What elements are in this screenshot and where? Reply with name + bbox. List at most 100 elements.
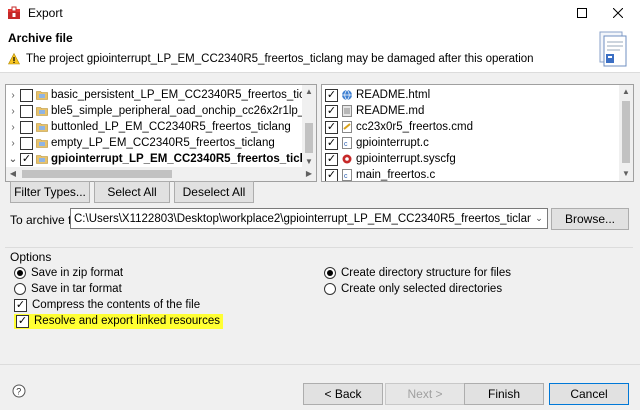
radio-unselected[interactable] (324, 283, 336, 295)
warning-text: The project gpiointerrupt_LP_EM_CC2340R5… (26, 53, 534, 65)
project-checkbox[interactable] (20, 120, 33, 134)
scroll-up-icon[interactable]: ▲ (619, 85, 633, 99)
project-tree[interactable]: › basic_persistent_LP_EM_CC2340R5_freert… (5, 84, 317, 182)
file-label: gpiointerrupt.syscfg (356, 153, 456, 165)
tree-row[interactable]: › ble5_simple_peripheral_oad_onchip_cc26… (6, 103, 316, 119)
list-item[interactable]: c main_freertos.c (325, 167, 436, 181)
tree-item-label: gpiointerrupt_LP_EM_CC2340R5_freertos_ti… (51, 153, 317, 165)
file-checkbox[interactable] (325, 120, 338, 134)
help-icon[interactable]: ? (12, 384, 26, 398)
save-zip-radio[interactable]: Save in zip format (14, 265, 123, 281)
create-dir-structure-label: Create directory structure for files (341, 267, 512, 279)
project-checkbox[interactable] (20, 104, 33, 118)
file-label: gpiointerrupt.c (356, 137, 429, 149)
finish-button[interactable]: Finish (464, 383, 544, 405)
wizard-header: Archive file The project gpiointerrupt_L… (0, 26, 640, 72)
browse-button[interactable]: Browse... (551, 208, 629, 230)
maximize-button[interactable] (568, 2, 596, 24)
text-file-icon (342, 105, 352, 117)
checkbox-checked[interactable] (14, 298, 27, 312)
list-item[interactable]: gpiointerrupt.syscfg (325, 151, 456, 167)
chevron-right-icon[interactable]: › (6, 122, 20, 133)
save-tar-radio[interactable]: Save in tar format (14, 281, 122, 297)
select-all-button[interactable]: Select All (94, 181, 170, 203)
filter-types-button[interactable]: Filter Types... (10, 181, 90, 203)
create-selected-dirs-label: Create only selected directories (341, 283, 503, 295)
page-title: Archive file (8, 31, 73, 45)
save-zip-label: Save in zip format (31, 267, 124, 279)
list-item[interactable]: cc23x0r5_freertos.cmd (325, 119, 473, 135)
tree-item-label: ble5_simple_peripheral_oad_onchip_cc26x2… (51, 105, 316, 117)
close-button[interactable] (604, 2, 632, 24)
chevron-down-icon[interactable]: ⌄ (531, 213, 547, 224)
tree-row[interactable]: › empty_LP_EM_CC2340R5_freertos_ticlang (6, 135, 275, 151)
resolve-linked-label: Resolve and export linked resources (34, 315, 221, 327)
tree-horizontal-scrollbar[interactable]: ◀ ▶ (6, 167, 316, 181)
svg-text:c: c (344, 173, 348, 180)
file-checkbox[interactable] (325, 104, 338, 118)
resolve-linked-checkbox[interactable]: Resolve and export linked resources (14, 313, 224, 329)
tree-vertical-scrollbar[interactable]: ▲ ▼ (302, 85, 316, 169)
tree-item-label: buttonled_LP_EM_CC2340R5_freertos_ticlan… (51, 121, 291, 133)
c-file-icon: c (342, 169, 352, 181)
file-checkbox[interactable] (325, 168, 338, 181)
project-folder-icon (36, 155, 48, 164)
scroll-right-icon[interactable]: ▶ (302, 167, 316, 181)
create-dir-structure-radio[interactable]: Create directory structure for files (324, 265, 511, 281)
file-checkbox[interactable] (325, 136, 338, 150)
cmd-file-icon (342, 121, 352, 133)
warning-message: The project gpiointerrupt_LP_EM_CC2340R5… (8, 53, 534, 65)
project-folder-icon (36, 123, 48, 132)
scroll-left-icon[interactable]: ◀ (6, 167, 20, 181)
file-checkbox[interactable] (325, 152, 338, 166)
tree-row-selected[interactable]: ⌄ gpiointerrupt_LP_EM_CC2340R5_freertos_… (6, 151, 317, 167)
close-icon (613, 8, 623, 18)
tree-row[interactable]: › basic_persistent_LP_EM_CC2340R5_freert… (6, 87, 316, 103)
compress-label: Compress the contents of the file (32, 299, 201, 311)
back-button[interactable]: < Back (303, 383, 383, 405)
archive-file-path[interactable]: C:\Users\X1122803\Desktop\workplace2\gpi… (71, 213, 531, 225)
radio-selected[interactable] (14, 267, 26, 279)
scroll-down-icon[interactable]: ▼ (619, 167, 633, 181)
warning-icon (8, 53, 20, 65)
file-label: main_freertos.c (356, 169, 436, 181)
checkbox-checked[interactable] (16, 314, 29, 328)
file-label: README.md (356, 105, 425, 117)
footer-separator (0, 364, 640, 365)
project-checkbox[interactable] (20, 152, 33, 166)
cancel-button[interactable]: Cancel (549, 383, 629, 405)
window-title: Export (28, 6, 63, 20)
scroll-thumb[interactable] (22, 170, 172, 178)
project-checkbox[interactable] (20, 136, 33, 150)
deselect-all-button[interactable]: Deselect All (174, 181, 254, 203)
list-item[interactable]: README.md (325, 103, 424, 119)
chevron-right-icon[interactable]: › (6, 90, 20, 101)
file-list[interactable]: README.html README.md cc23x0r5_freertos.… (321, 84, 634, 182)
file-list-scrollbar[interactable]: ▲ ▼ (619, 85, 633, 181)
radio-selected[interactable] (324, 267, 336, 279)
radio-unselected[interactable] (14, 283, 26, 295)
archive-wizard-icon (599, 31, 627, 67)
html-file-icon (342, 89, 352, 101)
project-checkbox[interactable] (20, 88, 33, 102)
chevron-right-icon[interactable]: › (6, 106, 20, 117)
export-app-icon (8, 6, 20, 19)
scroll-thumb[interactable] (622, 101, 630, 163)
chevron-right-icon[interactable]: › (6, 138, 20, 149)
archive-file-combo[interactable]: C:\Users\X1122803\Desktop\workplace2\gpi… (70, 208, 548, 229)
scroll-up-icon[interactable]: ▲ (302, 85, 316, 99)
wizard-body: › basic_persistent_LP_EM_CC2340R5_freert… (0, 72, 640, 410)
list-item[interactable]: c gpiointerrupt.c (325, 135, 429, 151)
tree-row[interactable]: › buttonled_LP_EM_CC2340R5_freertos_ticl… (6, 119, 291, 135)
file-label: README.html (356, 89, 431, 101)
options-title: Options (10, 250, 52, 264)
create-selected-dirs-radio[interactable]: Create only selected directories (324, 281, 502, 297)
file-checkbox[interactable] (325, 88, 338, 102)
title-bar: Export (0, 0, 640, 26)
scroll-thumb[interactable] (305, 123, 313, 153)
next-button[interactable]: Next > (385, 383, 465, 405)
chevron-down-icon[interactable]: ⌄ (6, 154, 20, 165)
maximize-icon (577, 8, 587, 18)
compress-checkbox[interactable]: Compress the contents of the file (14, 297, 200, 313)
list-item[interactable]: README.html (325, 87, 430, 103)
